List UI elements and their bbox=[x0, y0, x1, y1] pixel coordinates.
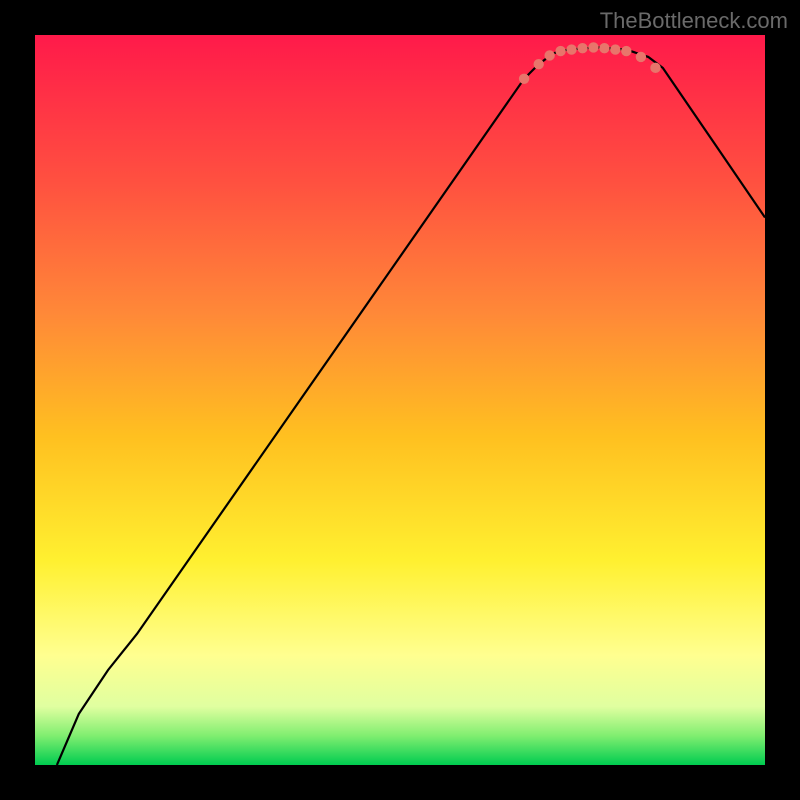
marker-dot bbox=[555, 46, 565, 56]
marker-dot bbox=[577, 43, 587, 53]
marker-dot bbox=[636, 52, 646, 62]
marker-dot bbox=[544, 50, 554, 60]
marker-dot bbox=[566, 44, 576, 54]
marker-dot bbox=[599, 43, 609, 53]
chart-plot-area bbox=[35, 35, 765, 765]
marker-dot bbox=[621, 46, 631, 56]
marker-dot bbox=[534, 59, 544, 69]
marker-dot bbox=[610, 44, 620, 54]
watermark-text: TheBottleneck.com bbox=[600, 8, 788, 34]
marker-dot bbox=[588, 42, 598, 52]
optimal-markers bbox=[35, 35, 765, 765]
marker-dot bbox=[519, 74, 529, 84]
marker-dot bbox=[650, 63, 660, 73]
